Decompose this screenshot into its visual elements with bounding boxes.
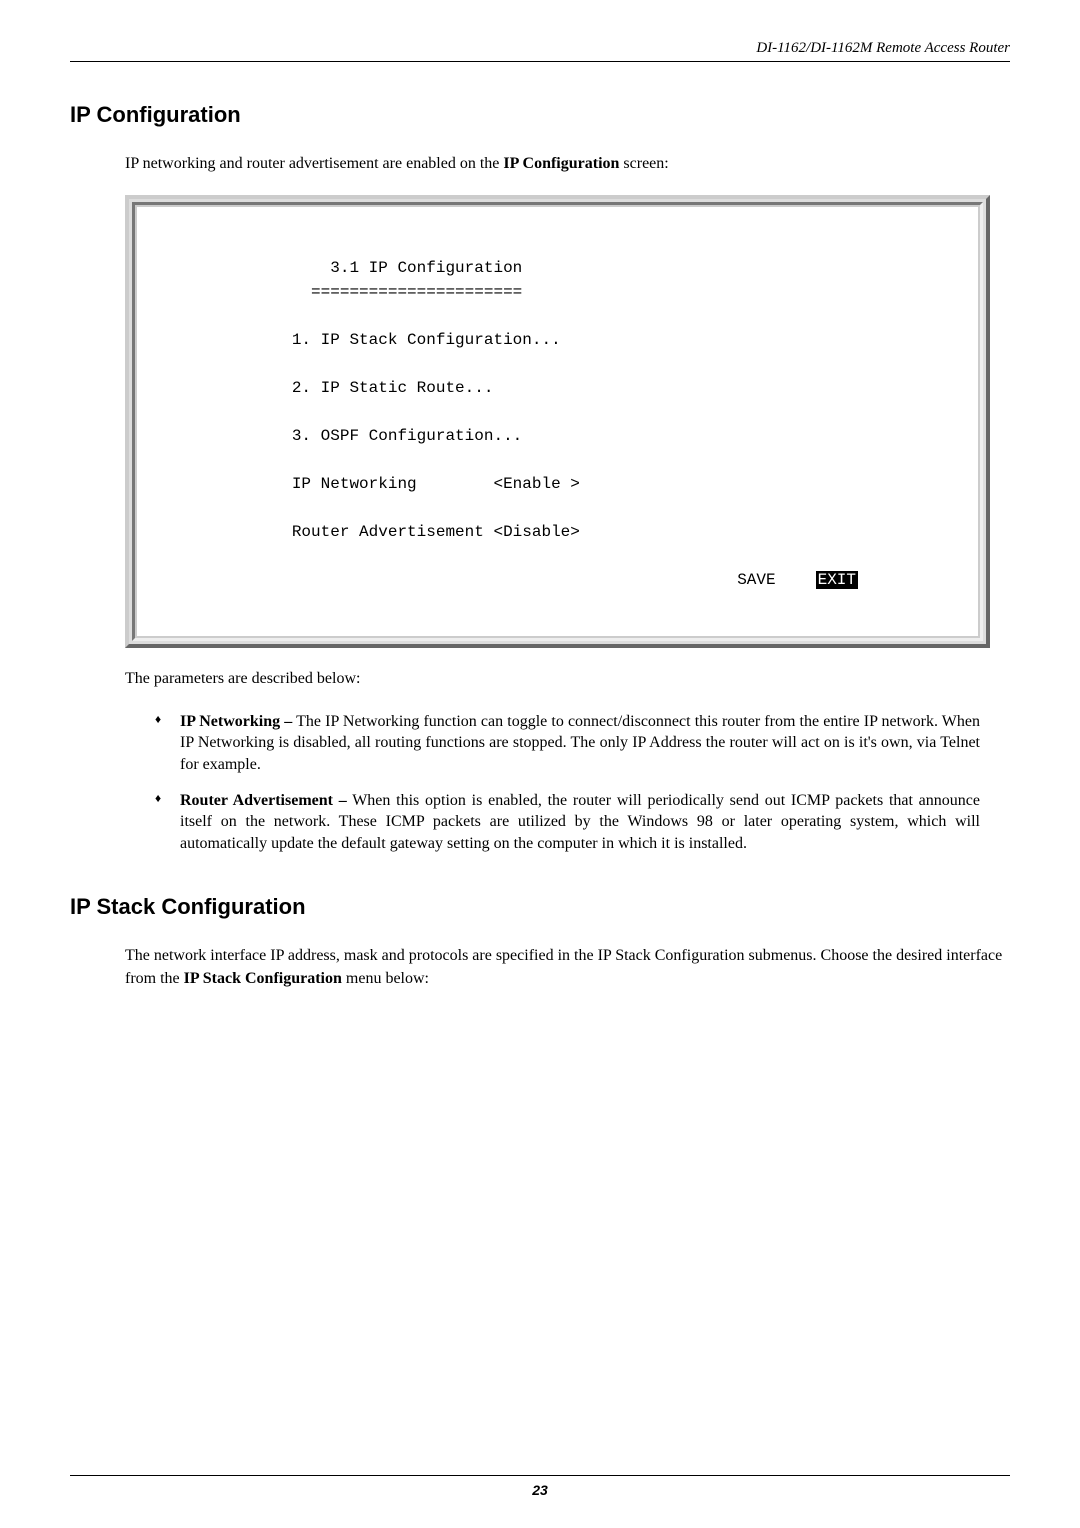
header-rule: [70, 61, 1010, 62]
term-router-adv-row[interactable]: Router Advertisement <Disable>: [167, 523, 580, 541]
footer-rule: [70, 1475, 1010, 1476]
section-ip-configuration-title: IP Configuration: [70, 102, 1010, 128]
term-ip-networking-row[interactable]: IP Networking <Enable >: [167, 475, 580, 493]
bullet-ip-networking: IP Networking – The IP Networking functi…: [155, 711, 980, 776]
term-menu-ip-static-route[interactable]: 2. IP Static Route...: [167, 379, 493, 397]
terminal-footer: SAVE EXIT: [660, 544, 858, 616]
bullet-router-adv: Router Advertisement – When this option …: [155, 790, 980, 855]
intro-bold: IP Configuration: [503, 155, 619, 172]
bullet-router-adv-label: Router Advertisement –: [180, 792, 347, 809]
ip-stack-post: menu below:: [342, 970, 429, 987]
exit-button[interactable]: EXIT: [816, 571, 858, 589]
term-menu-ospf[interactable]: 3. OSPF Configuration...: [167, 427, 522, 445]
param-list: IP Networking – The IP Networking functi…: [155, 711, 980, 855]
term-menu-ip-stack[interactable]: 1. IP Stack Configuration...: [167, 331, 561, 349]
bullet-ip-networking-text: The IP Networking function can toggle to…: [180, 713, 980, 773]
ip-stack-intro: The network interface IP address, mask a…: [125, 945, 1010, 990]
terminal-content: 3.1 IP Configuration ===================…: [137, 207, 978, 636]
page-number: 23: [70, 1482, 1010, 1498]
ip-config-intro: IP networking and router advertisement a…: [125, 153, 1010, 175]
terminal-window: 3.1 IP Configuration ===================…: [125, 195, 990, 648]
intro-pre: IP networking and router advertisement a…: [125, 155, 503, 172]
section-ip-stack-title: IP Stack Configuration: [70, 894, 1010, 920]
bullet-ip-networking-label: IP Networking –: [180, 713, 292, 730]
page-footer: 23: [70, 1475, 1010, 1498]
term-title: 3.1 IP Configuration: [167, 259, 522, 277]
params-intro: The parameters are described below:: [125, 668, 1010, 690]
term-divider: ======================: [167, 283, 522, 301]
ip-stack-bold: IP Stack Configuration: [184, 970, 342, 987]
save-button[interactable]: SAVE: [737, 571, 775, 589]
header-product: DI-1162/DI-1162M Remote Access Router: [70, 40, 1010, 57]
terminal-frame: 3.1 IP Configuration ===================…: [132, 202, 983, 641]
intro-post: screen:: [619, 155, 668, 172]
